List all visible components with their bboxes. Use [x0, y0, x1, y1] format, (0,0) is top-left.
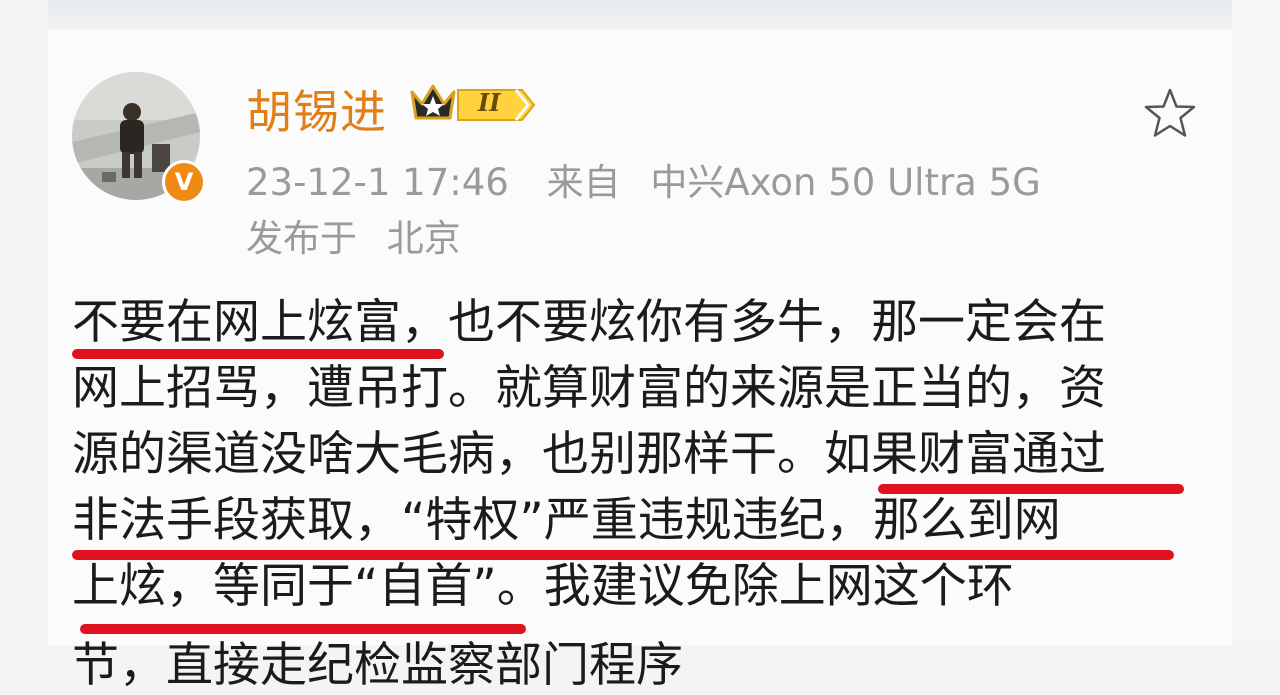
post-text-line: 网上招骂，遭吊打。就算财富的来源是正当的，资 [72, 361, 1106, 416]
post-text-line: 不要在网上炫富，也不要炫你有多牛，那一定会在 [72, 295, 1106, 350]
source-label: 来自 [546, 161, 621, 204]
red-underline-mark [72, 550, 1174, 560]
red-underline-mark [878, 484, 1184, 494]
source-device[interactable]: 中兴Axon 50 Ultra 5G [650, 161, 1041, 204]
previous-card-edge [48, 0, 1232, 26]
post-text-line: 非法手段获取，“特权”严重违规违纪，那么到网 [72, 493, 1061, 548]
v-verified-icon: V [162, 160, 206, 204]
location-label: 发布于 [246, 217, 357, 260]
star-outline-icon[interactable] [1142, 86, 1198, 146]
post-text-line-cut: 节，直接走纪检监察部门程序 [72, 638, 683, 693]
post-text-line: 上炫，等同于“自首”。我建议免除上网这个环 [72, 559, 1014, 614]
post-location: 发布于 北京 [246, 208, 461, 262]
post-meta: 23-12-1 17:46 来自 中兴Axon 50 Ultra 5G [246, 152, 1067, 206]
post-text: 不要在网上炫富，也不要炫你有多牛，那一定会在 网上招骂，遭吊打。就算财富的来源是… [72, 290, 1192, 620]
crown-icon [408, 80, 458, 128]
screen-edge [1232, 0, 1280, 645]
red-underline-mark [72, 349, 444, 359]
red-underline-mark [80, 624, 526, 634]
level-label: II [478, 88, 501, 117]
author-name[interactable]: 胡锡进 [246, 76, 387, 142]
post-text-line: 源的渠道没啥大毛病，也别那样干。如果财富通过 [72, 427, 1106, 482]
post-timestamp: 23-12-1 17:46 [246, 161, 509, 204]
location-value: 北京 [386, 217, 461, 260]
